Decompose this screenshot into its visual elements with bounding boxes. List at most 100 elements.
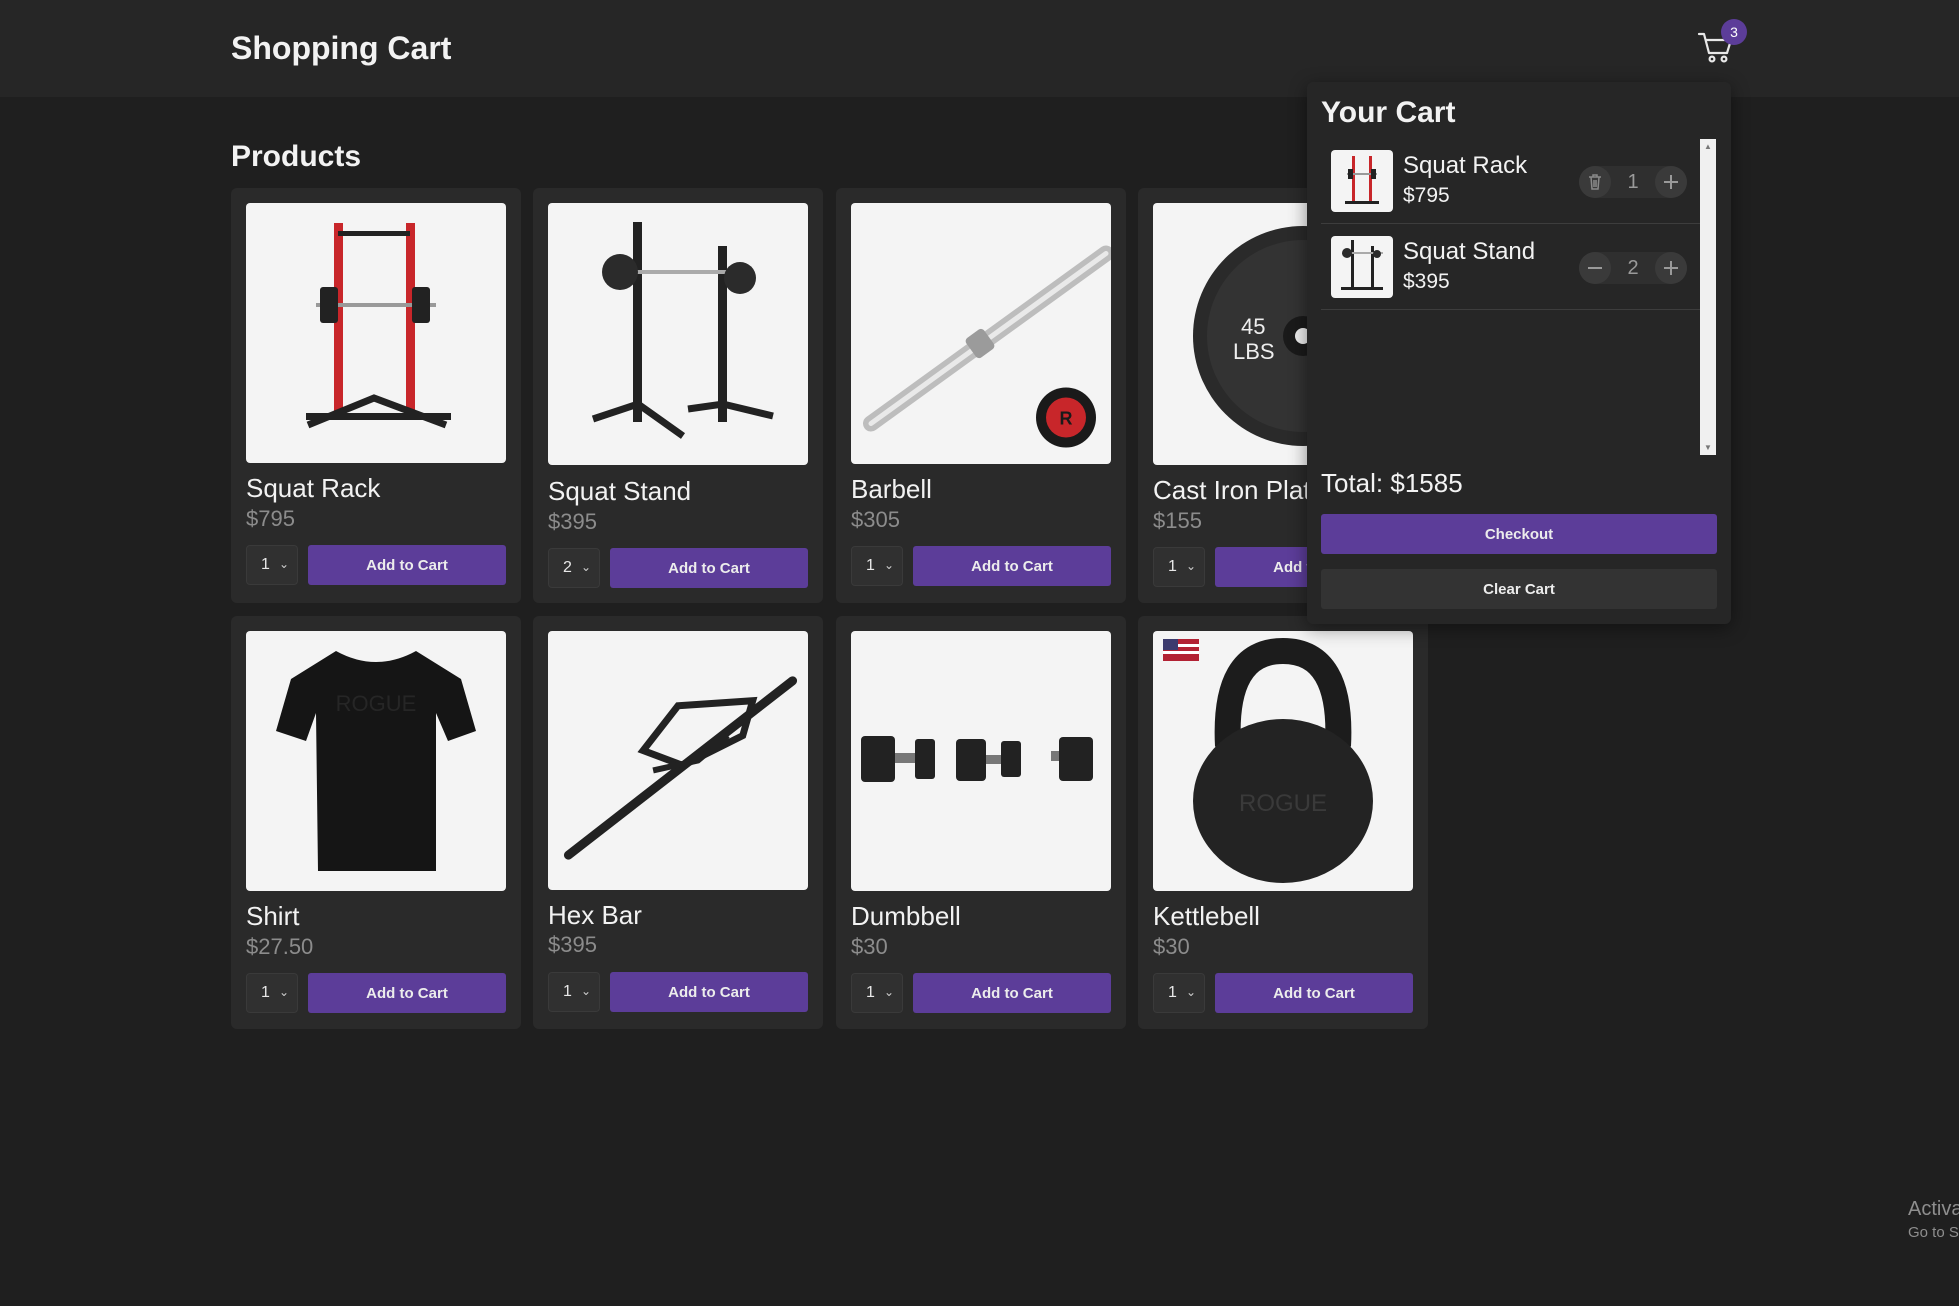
add-to-cart-button[interactable]: Add to Cart xyxy=(308,545,506,585)
quantity-select[interactable]: 1 ⌄ xyxy=(1153,973,1205,1013)
cart-item-price: $795 xyxy=(1403,184,1450,207)
hex-bar-icon xyxy=(563,676,798,860)
chevron-down-icon: ⌄ xyxy=(580,984,591,998)
product-image xyxy=(548,631,808,890)
quantity-select[interactable]: 1 ⌄ xyxy=(851,973,903,1013)
cart-item-quantity-control: 1 xyxy=(1579,166,1687,198)
plus-icon[interactable] xyxy=(1655,252,1687,284)
quantity-value: 1 xyxy=(261,556,270,573)
chevron-down-icon: ⌄ xyxy=(883,985,894,999)
product-image xyxy=(548,203,808,465)
cart-total: Total: $1585 xyxy=(1321,468,1463,498)
product-price: $395 xyxy=(548,509,597,534)
quantity-select[interactable]: 1 ⌄ xyxy=(851,546,903,586)
barbell-icon: R xyxy=(863,245,1111,448)
cart-item-qty: 2 xyxy=(1627,256,1639,279)
product-card: ROGUE Kettlebell $30 1 ⌄ Add to Cart xyxy=(1138,616,1428,1029)
product-price: $305 xyxy=(851,507,900,532)
cart-item-thumb xyxy=(1331,150,1393,212)
product-price: $395 xyxy=(548,932,597,957)
product-price: $27.50 xyxy=(246,934,314,959)
product-name: Squat Stand xyxy=(548,476,692,506)
product-card: ROGUE Shirt $27.50 1 ⌄ Add to Cart xyxy=(231,616,521,1029)
product-price: $795 xyxy=(246,506,295,531)
chevron-down-icon: ⌄ xyxy=(1185,559,1196,573)
quantity-value: 2 xyxy=(563,559,572,576)
cart-item-quantity-control: 2 xyxy=(1579,252,1687,284)
quantity-select[interactable]: 1 ⌄ xyxy=(246,973,298,1013)
shirt-icon: ROGUE xyxy=(276,651,476,871)
chevron-down-icon: ⌄ xyxy=(1185,985,1196,999)
product-image: R xyxy=(851,203,1111,464)
cart-item: Squat Stand $395 2 xyxy=(1321,224,1711,310)
product-name: Barbell xyxy=(851,474,932,504)
product-image xyxy=(851,631,1111,891)
plus-icon[interactable] xyxy=(1655,166,1687,198)
svg-text:R: R xyxy=(1060,409,1073,429)
quantity-select[interactable]: 1 ⌄ xyxy=(246,545,298,585)
add-to-cart-button[interactable]: Add to Cart xyxy=(913,546,1111,586)
products-heading: Products xyxy=(231,140,362,173)
quantity-value: 1 xyxy=(1168,984,1177,1001)
quantity-value: 1 xyxy=(261,984,270,1001)
app-title: Shopping Cart xyxy=(231,30,452,66)
product-card: Hex Bar $395 1 ⌄ Add to Cart xyxy=(533,616,823,1029)
product-price: $30 xyxy=(851,934,888,959)
squat-rack-icon xyxy=(306,223,451,429)
chevron-down-icon: ⌄ xyxy=(883,558,894,572)
add-to-cart-button[interactable]: Add to Cart xyxy=(913,973,1111,1013)
scroll-up-icon[interactable]: ▲ xyxy=(1704,142,1712,151)
quantity-select[interactable]: 1 ⌄ xyxy=(1153,547,1205,587)
cart-item-name: Squat Stand xyxy=(1403,238,1536,265)
add-to-cart-button[interactable]: Add to Cart xyxy=(610,548,808,588)
cart-item-price: $395 xyxy=(1403,270,1450,293)
cart-item-qty: 1 xyxy=(1627,170,1639,193)
product-card: Squat Rack $795 1 ⌄ Add to Cart xyxy=(231,188,521,603)
quantity-value: 1 xyxy=(563,983,572,1000)
cart-scrollbar[interactable]: ▲ ▼ xyxy=(1700,139,1716,455)
quantity-select[interactable]: 1 ⌄ xyxy=(548,972,600,1012)
cart-item-thumb xyxy=(1331,236,1393,298)
chevron-down-icon: ⌄ xyxy=(278,985,289,999)
product-name: Dumbbell xyxy=(851,901,961,931)
cart-title: Your Cart xyxy=(1321,96,1456,129)
squat-stand-icon xyxy=(591,222,774,439)
cart-dropdown: Your Cart Squat Rack $795 1 Squat Stand … xyxy=(1307,82,1731,624)
product-image: ROGUE xyxy=(1153,631,1413,891)
quantity-value: 1 xyxy=(1168,558,1177,575)
svg-text:ROGUE: ROGUE xyxy=(1239,790,1327,817)
add-to-cart-button[interactable]: Add to Cart xyxy=(610,972,808,1012)
product-image xyxy=(246,203,506,463)
cart-item: Squat Rack $795 1 xyxy=(1321,138,1711,224)
svg-text:ROGUE: ROGUE xyxy=(336,691,417,716)
squat-rack-icon xyxy=(1345,156,1379,204)
chevron-down-icon: ⌄ xyxy=(580,560,591,574)
checkout-button[interactable]: Checkout xyxy=(1321,514,1717,554)
add-to-cart-button[interactable]: Add to Cart xyxy=(1215,973,1413,1013)
add-to-cart-button[interactable]: Add to Cart xyxy=(308,973,506,1013)
activation-watermark-subtitle: Go to S xyxy=(1908,1224,1959,1241)
clear-cart-button[interactable]: Clear Cart xyxy=(1321,569,1717,609)
trash-icon[interactable] xyxy=(1579,166,1611,198)
cart-item-name: Squat Rack xyxy=(1403,152,1528,179)
chevron-down-icon: ⌄ xyxy=(278,557,289,571)
quantity-select[interactable]: 2 ⌄ xyxy=(548,548,600,588)
product-name: Kettlebell xyxy=(1153,901,1260,931)
product-name: Hex Bar xyxy=(548,900,642,930)
svg-text:LBS: LBS xyxy=(1233,339,1275,364)
minus-icon[interactable] xyxy=(1579,252,1611,284)
product-name: Shirt xyxy=(246,901,300,931)
quantity-value: 1 xyxy=(866,984,875,1001)
cart-count-badge: 3 xyxy=(1721,19,1747,45)
cart-items-list: Squat Rack $795 1 Squat Stand $395 2 xyxy=(1321,138,1711,456)
product-card: R Barbell $305 1 ⌄ Add to Cart xyxy=(836,188,1126,603)
squat-stand-icon xyxy=(1341,240,1383,290)
product-card: Dumbbell $30 1 ⌄ Add to Cart xyxy=(836,616,1126,1029)
quantity-value: 1 xyxy=(866,557,875,574)
product-card: Squat Stand $395 2 ⌄ Add to Cart xyxy=(533,188,823,603)
kettlebell-icon: ROGUE xyxy=(1163,637,1373,883)
scroll-down-icon[interactable]: ▼ xyxy=(1704,443,1712,452)
product-name: Squat Rack xyxy=(246,473,381,503)
product-name: Cast Iron Plate xyxy=(1153,475,1325,505)
product-image: ROGUE xyxy=(246,631,506,891)
